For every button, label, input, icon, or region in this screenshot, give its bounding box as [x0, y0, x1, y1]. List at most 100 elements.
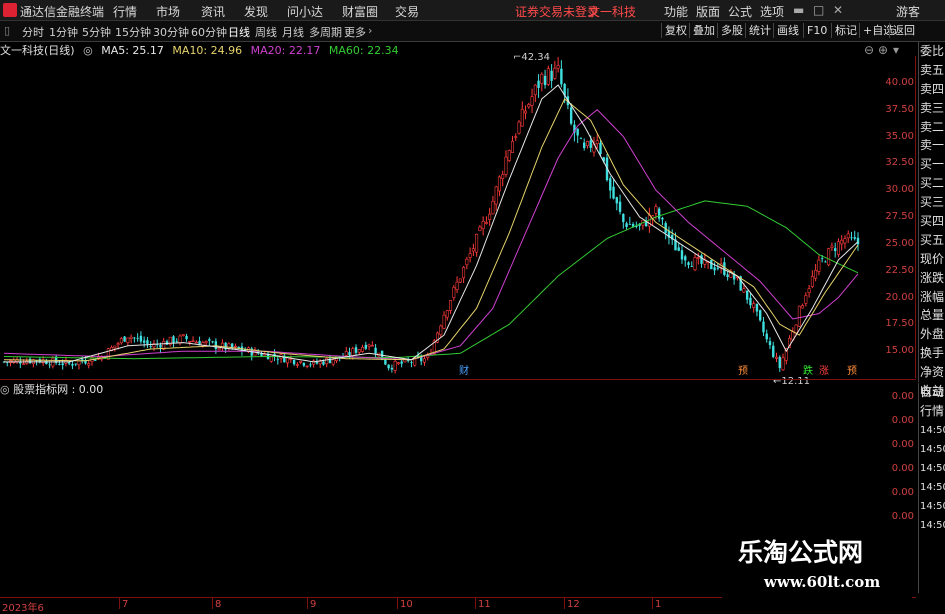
menu-trade[interactable]: 交易 — [395, 3, 419, 20]
candle-body — [370, 345, 374, 347]
candle-body — [579, 138, 583, 140]
overlay-button[interactable]: 叠加 — [689, 23, 718, 38]
candle-body — [48, 364, 51, 366]
chart-options-icon[interactable]: ▾ — [893, 43, 899, 57]
tab-weekly[interactable]: 周线 — [255, 24, 277, 40]
candle-body — [775, 356, 779, 359]
candle-body — [348, 352, 351, 356]
candle-body — [445, 310, 449, 318]
event-marker[interactable]: 财 — [458, 366, 470, 378]
menu-formula[interactable]: 公式 — [728, 3, 752, 20]
menu-discover[interactable]: 发现 — [244, 3, 268, 20]
indicator-name: 股票指标网 : 0.00 — [13, 383, 104, 396]
zoom-out-icon[interactable]: ⊖ — [864, 43, 874, 57]
close-icon[interactable]: ✕ — [833, 3, 843, 17]
event-marker[interactable]: 预 — [737, 366, 749, 378]
ma20-line — [3, 109, 859, 361]
candle-body — [494, 186, 498, 205]
indicator-tick-label: 0.00 — [891, 415, 914, 426]
watermark-title: 乐淘公式网 — [738, 538, 864, 567]
tab-30min[interactable]: 30分钟 — [153, 24, 189, 40]
adjust-button[interactable]: 复权 — [661, 23, 690, 38]
panel-toggle-icon[interactable]: ▯ — [4, 24, 10, 37]
date-label: 11 — [478, 599, 491, 610]
quote-panel-item: 卖四 — [920, 81, 945, 96]
candle-body — [233, 345, 237, 348]
candle-body — [644, 222, 648, 227]
menu-options[interactable]: 选项 — [760, 3, 784, 20]
ma5-line — [4, 84, 859, 363]
menu-ask-xiaoda[interactable]: 问小达 — [287, 3, 323, 20]
draw-line-button[interactable]: 画线 — [773, 23, 802, 38]
login-notice[interactable]: 证券交易未登录 — [515, 3, 599, 20]
menu-functions[interactable]: 功能 — [664, 3, 688, 20]
candle-body — [211, 341, 214, 343]
candle-body — [458, 278, 462, 283]
candle-body — [497, 176, 501, 192]
candle-body — [471, 248, 475, 252]
tab-more[interactable]: 更多 — [344, 24, 366, 40]
zoom-in-icon[interactable]: ⊕ — [878, 43, 888, 57]
menu-market[interactable]: 市场 — [156, 3, 180, 20]
candle-body — [520, 108, 524, 127]
candle-body — [367, 344, 371, 347]
quote-panel-item: 外盘 — [920, 327, 945, 342]
guest-label[interactable]: 游客 — [896, 3, 920, 20]
f10-button[interactable]: F10 — [803, 23, 830, 38]
back-button[interactable]: 返回 — [889, 23, 918, 38]
maximize-icon[interactable]: □ — [813, 3, 824, 17]
price-tick-label: 20.00 — [885, 291, 914, 303]
indicator-tick-label: 0.00 — [891, 463, 914, 474]
app-name: 通达信金融终端 — [20, 5, 105, 19]
candle-body — [713, 267, 716, 271]
candle-body — [723, 262, 726, 275]
candle-body — [781, 357, 785, 371]
candle-body — [530, 96, 534, 106]
event-marker[interactable]: 涨 — [818, 366, 830, 378]
event-marker[interactable]: 预 — [846, 366, 858, 378]
quotes-toggle[interactable]: 行情 — [919, 402, 945, 421]
auto-toggle[interactable]: 自动 — [919, 383, 945, 402]
chevron-right-icon[interactable]: › — [368, 24, 372, 37]
candle-body — [830, 245, 834, 248]
candle-body — [136, 337, 139, 339]
candle-body — [214, 341, 218, 350]
time-panel: 自动行情 14:50 14:50 14:50 14:50 14:50 14:50 — [918, 383, 945, 593]
tab-5min[interactable]: 5分钟 — [82, 24, 111, 40]
candle-body — [850, 237, 853, 239]
menu-quotes[interactable]: 行情 — [113, 3, 137, 20]
tab-monthly[interactable]: 月线 — [282, 24, 304, 40]
tab-multi-period[interactable]: 多周期 — [309, 24, 342, 40]
tab-daily[interactable]: 日线 — [228, 24, 250, 40]
candle-body — [569, 107, 573, 124]
multi-stock-button[interactable]: 多股 — [717, 23, 746, 38]
indicator-tick-label: 0.00 — [891, 511, 914, 522]
tab-60min[interactable]: 60分钟 — [191, 24, 227, 40]
indicator-settings-icon[interactable]: ◎ — [0, 383, 10, 396]
menu-wealth-circle[interactable]: 财富圈 — [342, 3, 378, 20]
candle-body — [696, 257, 700, 259]
menu-news[interactable]: 资讯 — [201, 3, 225, 20]
tab-15min[interactable]: 15分钟 — [115, 24, 151, 40]
tab-intraday[interactable]: 分时 — [22, 24, 44, 40]
price-tick-label: 32.50 — [885, 157, 914, 169]
candle-body — [113, 345, 117, 349]
minimize-icon[interactable]: ▬ — [793, 3, 804, 17]
event-marker[interactable]: 跌 — [802, 366, 814, 378]
candle-body — [322, 361, 325, 365]
candle-body — [406, 360, 410, 362]
candle-body — [543, 75, 547, 86]
candle-body — [208, 339, 211, 341]
watermark-url: www.60lt.com — [764, 573, 881, 591]
quote-panel-item: 买四 — [920, 214, 945, 229]
menu-layout[interactable]: 版面 — [696, 3, 720, 20]
candle-body — [71, 364, 74, 366]
candle-body — [527, 104, 531, 108]
candle-body — [772, 345, 775, 357]
quote-panel-item: 卖三 — [920, 100, 945, 115]
tab-1min[interactable]: 1分钟 — [49, 24, 78, 40]
mark-button[interactable]: 标记 — [831, 23, 860, 38]
statistics-button[interactable]: 统计 — [745, 23, 774, 38]
price-tick-label: 25.00 — [885, 237, 914, 249]
candlestick-chart[interactable] — [0, 56, 916, 378]
